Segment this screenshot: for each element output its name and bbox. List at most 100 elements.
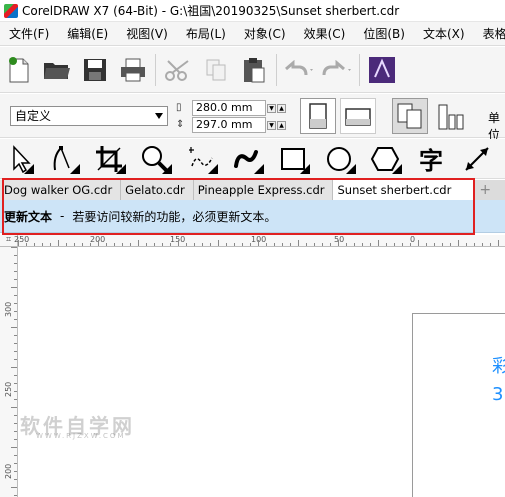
update-message[interactable]: 若要访问较新的功能，必须更新文本。 xyxy=(72,208,276,225)
spin-up-icon[interactable]: ▲ xyxy=(277,120,286,130)
text-tool[interactable]: 字 xyxy=(408,140,454,178)
redo-icon xyxy=(322,59,351,75)
artistic-media-tool[interactable] xyxy=(224,140,270,178)
page-height-field[interactable]: 297.0 mm xyxy=(192,117,266,133)
units-label: 单位 xyxy=(488,111,501,142)
ruler-tick xyxy=(418,240,419,246)
ruler-tick xyxy=(402,243,403,246)
print-button[interactable] xyxy=(114,51,152,89)
ruler-tick xyxy=(138,240,139,246)
ruler-tick xyxy=(14,455,17,456)
new-document-button[interactable] xyxy=(0,51,38,89)
spin-up-icon[interactable]: ▲ xyxy=(277,103,286,113)
ruler-tick xyxy=(386,243,387,246)
ruler-label: 250 xyxy=(4,381,13,397)
ruler-tick xyxy=(14,439,17,440)
ruler-tick xyxy=(14,279,17,280)
spin-down-icon[interactable]: ▼ xyxy=(267,103,276,113)
ruler-tick xyxy=(170,243,171,246)
cut-button[interactable] xyxy=(159,51,197,89)
watermark-url: WWW.RJZXW.COM xyxy=(36,432,126,440)
current-page-button[interactable] xyxy=(434,98,470,134)
page-text-line-1[interactable]: 彩 xyxy=(492,352,505,378)
ruler-tick xyxy=(306,243,307,246)
menu-file[interactable]: 文件(F) xyxy=(0,25,58,42)
freehand-tool[interactable] xyxy=(178,140,224,178)
ruler-tick xyxy=(338,240,339,246)
ruler-tick xyxy=(14,383,17,384)
tab-gelato[interactable]: Gelato.cdr xyxy=(121,180,194,200)
crop-tool[interactable] xyxy=(86,140,132,178)
ruler-tick xyxy=(258,240,259,246)
ellipse-tool[interactable] xyxy=(316,140,362,178)
tab-pineapple-express[interactable]: Pineapple Express.cdr xyxy=(193,180,334,200)
rectangle-tool[interactable] xyxy=(270,140,316,178)
width-icon: ▯ xyxy=(176,102,182,113)
copy-button[interactable] xyxy=(197,51,235,89)
update-notification-bar: 更新文本 - 若要访问较新的功能，必须更新文本。 xyxy=(0,200,505,233)
ruler-tick xyxy=(202,243,203,246)
application-launcher-button[interactable] xyxy=(363,51,401,89)
tab-sunset-sherbert[interactable]: Sunset sherbert.cdr xyxy=(333,180,475,200)
open-button[interactable] xyxy=(38,51,76,89)
ruler-tick xyxy=(282,243,283,246)
ruler-tick xyxy=(378,240,379,246)
ruler-tick xyxy=(14,423,17,424)
menu-bar: 文件(F) 编辑(E) 视图(V) 布局(L) 对象(C) 效果(C) 位图(B… xyxy=(0,22,505,46)
menu-effects[interactable]: 效果(C) xyxy=(295,25,355,42)
save-button[interactable] xyxy=(76,51,114,89)
vertical-ruler[interactable]: 300 250 200 xyxy=(0,247,18,497)
menu-text[interactable]: 文本(X) xyxy=(414,25,474,42)
current-page-icon xyxy=(438,104,464,130)
page-text-line-2[interactable]: 3 xyxy=(492,384,503,405)
flyout-arrow-icon xyxy=(392,163,402,174)
menu-edit[interactable]: 编辑(E) xyxy=(58,25,117,42)
open-icon xyxy=(44,62,70,79)
landscape-button[interactable] xyxy=(340,98,376,134)
title-bar: CorelDRAW X7 (64-Bit) - G:\祖国\20190325\S… xyxy=(0,0,505,22)
ruler-tick xyxy=(14,431,17,432)
ruler-tick xyxy=(14,359,17,360)
all-pages-button[interactable] xyxy=(392,98,428,134)
tab-dog-walker[interactable]: Dog walker OG.cdr xyxy=(0,180,122,200)
menu-layout[interactable]: 布局(L) xyxy=(177,25,235,42)
ruler-tick xyxy=(42,243,43,246)
launch-icon xyxy=(369,56,395,83)
height-icon: ⇕ xyxy=(176,119,185,130)
text-tool-icon: 字 xyxy=(419,147,443,175)
pick-tool[interactable] xyxy=(0,140,40,178)
page-width-row: ▯ 280.0 mm ▼ ▲ xyxy=(176,100,286,116)
update-separator: - xyxy=(60,209,65,223)
page-width-field[interactable]: 280.0 mm xyxy=(192,100,266,116)
portrait-button[interactable] xyxy=(300,98,336,134)
ruler-tick xyxy=(14,271,17,272)
menu-view[interactable]: 视图(V) xyxy=(117,25,177,42)
page-border xyxy=(412,313,505,497)
ruler-tick xyxy=(14,391,17,392)
ruler-tick xyxy=(466,243,467,246)
menu-table[interactable]: 表格(T) xyxy=(474,25,505,42)
zoom-tool[interactable] xyxy=(132,140,178,178)
horizontal-ruler[interactable]: 250 200 150 100 50 0 xyxy=(14,235,505,247)
copy-icon xyxy=(206,59,226,80)
undo-button[interactable] xyxy=(280,51,318,89)
ruler-tick xyxy=(26,243,27,246)
shape-tool[interactable] xyxy=(40,140,86,178)
ruler-tick xyxy=(14,319,17,320)
ruler-tick xyxy=(274,243,275,246)
new-tab-icon[interactable]: + xyxy=(474,180,496,200)
redo-button[interactable] xyxy=(318,51,356,89)
window-title: CorelDRAW X7 (64-Bit) - G:\祖国\20190325\S… xyxy=(22,4,400,18)
dimension-tool[interactable] xyxy=(454,140,500,178)
ruler-tick xyxy=(266,243,267,246)
spin-down-icon[interactable]: ▼ xyxy=(267,120,276,130)
ruler-tick xyxy=(298,240,299,246)
page-size-select[interactable]: 自定义 xyxy=(10,106,168,126)
polygon-tool[interactable] xyxy=(362,140,408,178)
ruler-tick xyxy=(242,243,243,246)
menu-bitmaps[interactable]: 位图(B) xyxy=(354,25,414,42)
paste-button[interactable] xyxy=(235,51,273,89)
ruler-tick xyxy=(130,243,131,246)
menu-object[interactable]: 对象(C) xyxy=(235,25,295,42)
ruler-tick xyxy=(146,243,147,246)
